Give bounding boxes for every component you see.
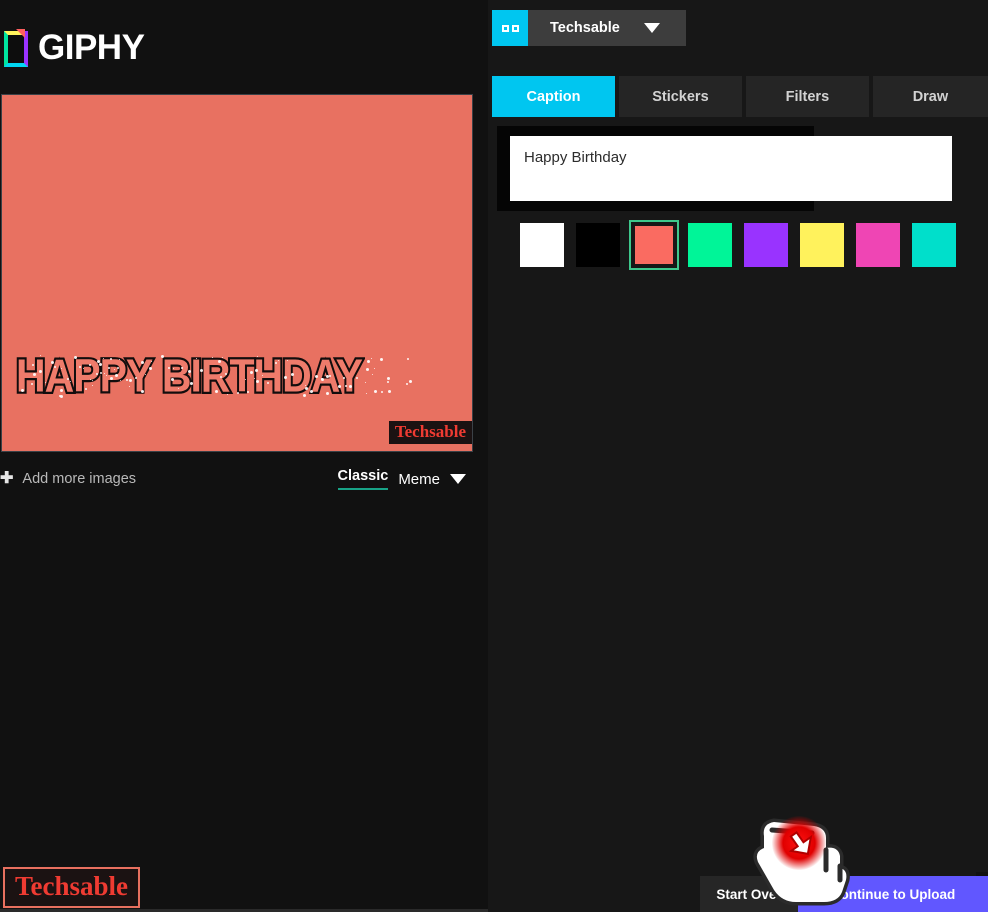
color-swatch-fill — [912, 223, 956, 267]
giphy-logo-icon[interactable] — [4, 29, 28, 67]
layout-option-meme[interactable]: Meme — [398, 471, 440, 488]
tab-draw[interactable]: Draw — [872, 76, 988, 117]
color-swatch-yellow[interactable] — [800, 223, 844, 267]
chevron-down-icon[interactable] — [450, 474, 466, 484]
color-swatch-row — [520, 220, 956, 270]
color-swatch-coral[interactable] — [629, 220, 679, 270]
action-bar: Start Over Continue to Upload — [488, 876, 988, 912]
add-more-images-label: Add more images — [22, 471, 137, 487]
editor-panel: Techsable Caption Stickers Filters Draw … — [488, 0, 988, 912]
add-more-images-button[interactable]: ✚ Add more images — [0, 470, 137, 488]
color-swatch-pink[interactable] — [856, 223, 900, 267]
chevron-down-icon[interactable] — [643, 23, 660, 33]
color-swatch-purple[interactable] — [744, 223, 788, 267]
tab-stickers[interactable]: Stickers — [618, 76, 742, 117]
pixel-eyes-avatar-icon — [492, 10, 528, 46]
color-swatch-fill — [576, 223, 620, 267]
giphy-editor-window: GIPHY HAPPY BIRTHDAY Techsable ✚ Add mor… — [0, 0, 988, 912]
color-swatch-fill — [688, 223, 732, 267]
color-swatch-teal[interactable] — [912, 223, 956, 267]
preview-toolbar: ✚ Add more images Classic Meme — [0, 462, 480, 496]
brand-bar: GIPHY — [0, 0, 488, 94]
preview-caption-text: HAPPY BIRTHDAY — [14, 348, 365, 404]
color-swatch-white[interactable] — [520, 223, 564, 267]
color-swatch-fill — [856, 223, 900, 267]
color-swatch-fill — [520, 223, 564, 267]
gif-preview-canvas[interactable]: HAPPY BIRTHDAY Techsable — [1, 94, 473, 452]
plus-icon: ✚ — [0, 470, 14, 487]
caption-input[interactable] — [510, 136, 952, 201]
pointing-hand-cursor-icon — [748, 796, 868, 906]
color-swatch-fill — [800, 223, 844, 267]
user-name-label: Techsable — [550, 20, 620, 36]
layout-option-classic[interactable]: Classic — [337, 468, 389, 490]
color-swatch-fill — [632, 223, 676, 267]
color-swatch-black[interactable] — [576, 223, 620, 267]
preview-watermark: Techsable — [387, 420, 472, 445]
editor-tabs: Caption Stickers Filters Draw — [488, 76, 988, 117]
color-swatch-fill — [744, 223, 788, 267]
tab-filters[interactable]: Filters — [745, 76, 869, 117]
brand-title[interactable]: GIPHY — [38, 30, 145, 65]
color-swatch-mint[interactable] — [688, 223, 732, 267]
left-column: GIPHY HAPPY BIRTHDAY Techsable ✚ Add mor… — [0, 0, 488, 912]
page-watermark: Techsable — [3, 867, 141, 908]
layout-toggle: Classic Meme — [337, 468, 466, 490]
user-account-menu[interactable]: Techsable — [492, 10, 686, 46]
tab-caption[interactable]: Caption — [492, 76, 615, 117]
